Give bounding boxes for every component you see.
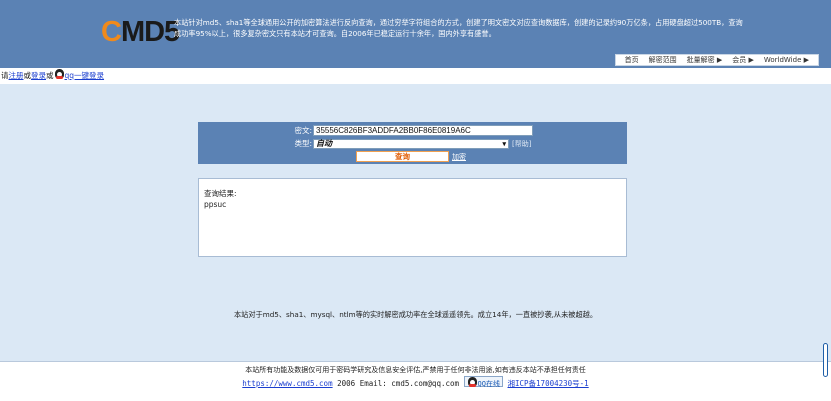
chevron-down-icon: ▾: [502, 139, 506, 148]
help-link[interactable]: [帮助]: [512, 139, 531, 149]
cmd5-logo[interactable]: CMD5: [101, 17, 180, 47]
type-select[interactable]: 自动 ▾: [313, 138, 509, 149]
scrollbar-thumb[interactable]: [823, 343, 828, 377]
qq-login-link[interactable]: qq一键登录: [65, 71, 105, 80]
type-label: 类型:: [294, 139, 312, 148]
hash-input[interactable]: 35556C826BF3ADDFA2BB0F86E0819A6C: [313, 125, 533, 136]
nav-decrypt-scope[interactable]: 解密范围: [649, 55, 677, 65]
nav-worldwide[interactable]: WorldWide ▶: [764, 56, 809, 64]
site-url-link[interactable]: https://www.cmd5.com: [242, 379, 332, 388]
login-bar: 请注册或登录或 qq一键登录: [0, 68, 831, 84]
header: CMD5 本站针对md5、sha1等全球通用公开的加密算法进行反向查询，通过穷举…: [0, 0, 831, 68]
register-link[interactable]: 注册: [9, 71, 24, 80]
result-value: ppsuc: [204, 200, 227, 209]
nav-batch-decrypt[interactable]: 批量解密 ▶: [687, 55, 723, 65]
footer: 本站所有功能及数据仅可用于密码学研究及信息安全评估,严禁用于任何非法用途,如有违…: [0, 361, 831, 401]
hash-label: 密文:: [294, 126, 312, 135]
footer-email: Email: cmd5.com@qq.com: [359, 379, 460, 388]
footer-disclaimer: 本站所有功能及数据仅可用于密码学研究及信息安全评估,严禁用于任何非法用途,如有违…: [245, 366, 586, 374]
site-tagline: 本站针对md5、sha1等全球通用公开的加密算法进行反向查询，通过穷举字符组合的…: [174, 18, 743, 38]
nav-member[interactable]: 会员 ▶: [732, 55, 754, 65]
result-box: 查询结果: ppsuc: [198, 178, 627, 257]
query-button[interactable]: 查询: [356, 151, 449, 162]
result-title: 查询结果:: [204, 189, 237, 198]
icp-link[interactable]: 湘ICP备17004230号-1: [508, 379, 589, 388]
site-intro: 本站对于md5、sha1、mysql、ntlm等的实时解密成功率在全球遥遥领先。…: [233, 310, 598, 319]
top-nav: 首页 解密范围 批量解密 ▶ 会员 ▶ WorldWide ▶: [614, 54, 819, 66]
footer-year: 2006: [337, 379, 356, 388]
qq-penguin-icon: [467, 377, 477, 387]
decrypt-form: 密文: 35556C826BF3ADDFA2BB0F86E0819A6C 类型:…: [198, 122, 627, 164]
encrypt-link[interactable]: 加密: [452, 152, 466, 162]
qq-penguin-icon[interactable]: [54, 69, 64, 79]
nav-home[interactable]: 首页: [625, 55, 639, 65]
qq-online-badge[interactable]: QQ在线: [463, 376, 503, 388]
login-link[interactable]: 登录: [31, 71, 46, 80]
